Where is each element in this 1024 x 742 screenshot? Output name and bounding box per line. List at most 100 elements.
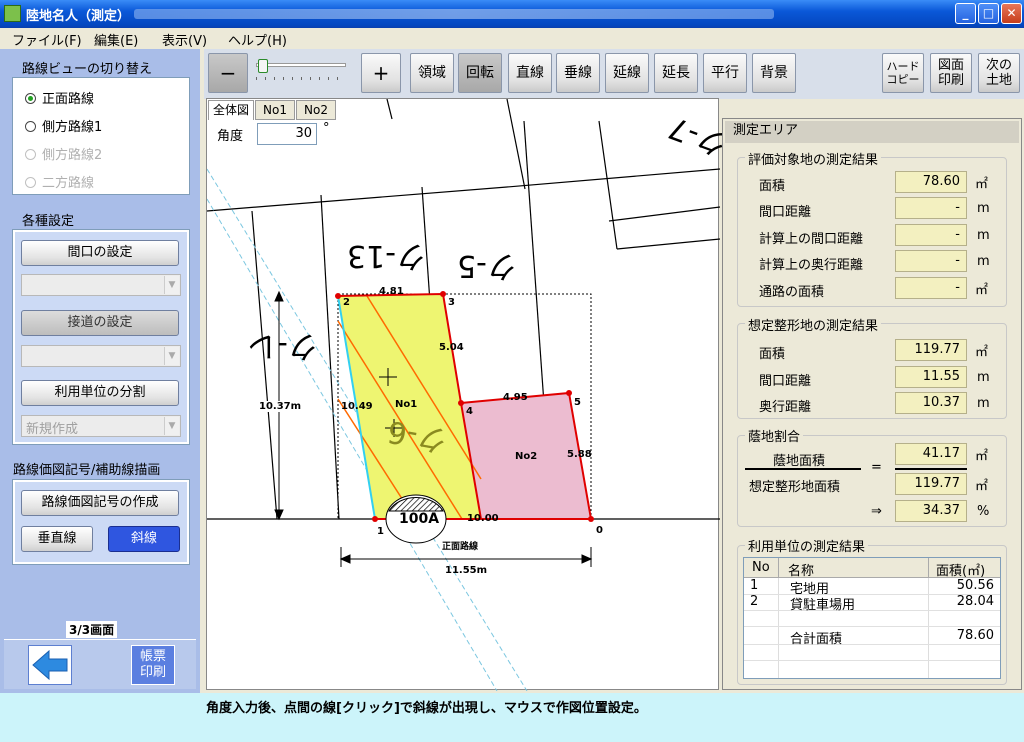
print-report-button[interactable]: 帳票 印刷 [131,645,175,685]
radio-dot-icon [25,93,36,104]
minimize-button[interactable]: _ [955,3,976,24]
eval-label: 通路の面積 [759,285,825,300]
straight-line-button[interactable]: 直線 [508,53,552,93]
eval-title: 評価対象地の測定結果 [745,149,882,168]
eval-label: 計算上の奥行距離 [759,258,864,273]
ratio-den-value: 119.77 [895,473,967,495]
back-button[interactable] [28,645,72,685]
create-symbol-button[interactable]: 路線価図記号の作成 [21,490,179,516]
status-message: 角度入力後、点間の線[クリック]で斜線が出現し、マウスで作図位置設定。 [206,701,647,716]
measure-panel: 測定エリア 評価対象地の測定結果 面積 78.60 ㎡ 間口距離 - m 計算上… [722,118,1022,690]
radio-side-route-1[interactable]: 側方路線1 [25,116,102,135]
slider-track [256,63,346,67]
angle-unit: ° [323,121,330,136]
angle-input[interactable]: 30 [257,123,317,145]
radio-two-way-route[interactable]: 二方路線 [25,172,94,191]
eval-unit: ㎡ [975,283,989,298]
fraction-bar [745,468,861,470]
drawing-canvas[interactable] [207,99,720,691]
radio-dot-icon [25,149,36,160]
units-header-no: No [752,560,770,575]
rotate-button[interactable]: 回転 [458,53,502,93]
road-label: 正面路線 [442,542,479,552]
point-label: 3 [448,297,455,308]
title-bar: 陸地名人（測定） _ □ ✕ [0,0,1024,28]
zoom-in-button[interactable]: + [361,53,401,93]
tab-no2[interactable]: No2 [296,100,336,120]
print-map-button[interactable]: 図面 印刷 [930,53,972,93]
settings-box: 間口の設定 ▼ 接道の設定 ▼ 利用単位の分割 新規作成 ▼ [12,229,190,445]
units-header: No 名称 面積(㎡) [744,558,1000,579]
units-table[interactable]: No 名称 面積(㎡) 1 宅地用 50.56 2 貸駐車場用 28.04 合計… [743,557,1001,679]
background-button[interactable]: 背景 [752,53,796,93]
point-label: 2 [343,297,350,308]
eval-value: - [895,197,967,219]
menu-view[interactable]: 表示(V) [162,30,207,49]
width-dimension: 11.55m [445,565,488,576]
units-title: 利用単位の測定結果 [745,536,869,555]
parcel-label: ク-レ [247,328,318,363]
radio-label: 側方路線1 [42,120,103,135]
perpendicular-button[interactable]: 垂線 [556,53,600,93]
eval-value: - [895,224,967,246]
radio-front-route[interactable]: 正面路線 [25,88,94,107]
maximize-button[interactable]: □ [978,3,999,24]
split-unit-button[interactable]: 利用単位の分割 [21,380,179,406]
shape-unit: m [977,370,990,385]
menu-help[interactable]: ヘルプ(H) [228,30,287,49]
ratio-num-value: 41.17 [895,443,967,465]
vertical-line-button[interactable]: 垂直線 [21,526,93,552]
frontage-setting-button[interactable]: 間口の設定 [21,240,179,266]
hard-copy-button[interactable]: ハード コピー [882,53,924,93]
region-button[interactable]: 領域 [410,53,454,93]
point-label: 4 [466,406,473,417]
road-setting-button[interactable]: 接道の設定 [21,310,179,336]
parcel-label: ク-13 [347,238,426,273]
diagonal-line-button[interactable]: 斜線 [108,526,180,552]
eval-label: 間口距離 [759,205,812,220]
radio-dot-icon [25,177,36,188]
ratio-value: 34.37 [895,500,967,522]
menu-edit[interactable]: 編集(E) [94,30,138,49]
lot-no2-label: No2 [515,451,538,462]
shape-label: 間口距離 [759,374,812,389]
zoom-out-button[interactable]: − [208,53,248,93]
eval-label: 面積 [759,179,786,194]
length-label: 4.95 [503,392,528,403]
parallel-button[interactable]: 平行 [703,53,747,93]
eval-unit: ㎡ [975,177,989,192]
menu-file[interactable]: ファイル(F) [12,30,82,49]
menu-bar: ファイル(F) 編集(E) 表示(V) ヘルプ(H) [0,28,1024,49]
ratio-num-label: 蔭地面積 [773,454,826,469]
measure-title: 測定エリア [725,121,1019,143]
fraction-bar [895,468,967,470]
extend-line-button[interactable]: 延線 [605,53,649,93]
tab-overview[interactable]: 全体図 [208,100,254,120]
left-panel: 路線ビューの切り替え 正面路線 側方路線1 側方路線2 二方路線 各種設定 間口… [0,49,200,693]
close-button[interactable]: ✕ [1001,3,1022,24]
zoom-slider[interactable] [256,55,348,91]
drawing-area[interactable]: 角度 30 ° ク-13 ク-5 ク-6 ク-レ ク-7 No1 No2 2 3… [206,98,732,691]
radio-dot-icon [25,121,36,132]
next-land-button[interactable]: 次の 土地 [978,53,1020,93]
shape-unit: m [977,396,990,411]
tab-no1[interactable]: No1 [255,100,295,120]
radio-side-route-2[interactable]: 側方路線2 [25,144,102,163]
road-combo[interactable]: ▼ [21,345,181,367]
eval-value: 78.60 [895,171,967,193]
shape-value: 10.37 [895,392,967,414]
frontage-combo[interactable]: ▼ [21,274,181,296]
ratio-equals: = [871,460,882,475]
length-label: 4.81 [379,286,404,297]
units-row-no: 1 [750,578,759,593]
extension-button[interactable]: 延長 [654,53,698,93]
left-bottom-bar: 帳票 印刷 [4,639,196,689]
combo-text: 新規作成 [26,422,79,437]
radio-label: 二方路線 [42,176,95,191]
eval-unit: m [977,254,990,269]
eval-unit: m [977,228,990,243]
ratio-unit: % [977,504,990,519]
slider-thumb[interactable] [258,59,268,73]
new-create-combo[interactable]: 新規作成 ▼ [21,415,181,437]
ratio-den-label: 想定整形地面積 [749,480,841,495]
